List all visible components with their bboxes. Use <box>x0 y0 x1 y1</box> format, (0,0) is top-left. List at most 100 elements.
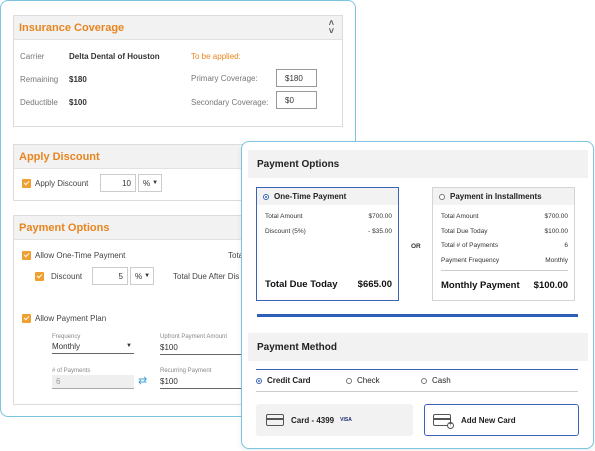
section-header: Insurance Coverage ˄ ˅ <box>14 16 342 40</box>
primary-coverage-input[interactable]: $180 <box>276 69 317 87</box>
secondary-coverage-label: Secondary Coverage: <box>191 98 269 107</box>
payment-method-title: Payment Method <box>257 341 338 353</box>
divider <box>256 391 578 392</box>
credit-card-icon <box>266 414 284 426</box>
caret-down-icon: ▼ <box>144 273 151 279</box>
summary-row: Total # of Payments 6 <box>441 242 568 249</box>
radio-unselected-icon <box>439 193 445 200</box>
allow-payment-plan-label: Allow Payment Plan <box>35 314 107 323</box>
divider <box>441 270 568 271</box>
summary-row: Payment Frequency Monthly <box>441 257 568 264</box>
section-title: Insurance Coverage <box>19 21 125 34</box>
payment-options-title: Payment Options <box>257 158 340 170</box>
section-title: Apply Discount <box>19 150 100 163</box>
row-label: Payment Frequency <box>441 257 500 264</box>
secondary-coverage-input[interactable]: $0 <box>276 91 317 109</box>
row-value: 6 <box>564 242 568 249</box>
one-time-discount-unit: % <box>135 271 143 281</box>
num-payments-field: 6 <box>52 375 134 389</box>
row-label: Discount (5%) <box>265 228 306 235</box>
secondary-coverage-value: $0 <box>285 95 294 105</box>
radio-unselected-icon <box>346 377 352 384</box>
divider <box>256 369 578 370</box>
total-value: $665.00 <box>357 279 392 290</box>
saved-card-tile[interactable]: Card - 4399 VISA <box>256 404 413 436</box>
summary-row: Total Amount $700.00 <box>441 213 568 220</box>
row-value: $700.00 <box>544 213 569 220</box>
remaining-value: $180 <box>69 75 87 84</box>
method-label: Check <box>357 376 380 385</box>
row-value: - $35.00 <box>368 228 392 235</box>
installments-option[interactable]: Payment in Installments Total Amount $70… <box>432 187 575 301</box>
swap-arrows-icon[interactable]: ⇄ <box>138 374 147 387</box>
option-title-text: Payment in Installments <box>450 192 542 201</box>
apply-discount-label: Apply Discount <box>35 179 89 188</box>
payment-options-header: Payment Options <box>248 150 588 178</box>
row-value: $700.00 <box>368 213 393 220</box>
or-separator: OR <box>411 243 421 250</box>
payment-dialog: Payment Options One-Time Payment Total A… <box>241 141 594 449</box>
payment-method-header: Payment Method <box>248 333 588 361</box>
recurring-payment-value: $100 <box>160 377 178 386</box>
one-time-discount-label: Discount <box>51 272 83 281</box>
total-label: Monthly Payment <box>441 280 520 291</box>
total-value: $100.00 <box>533 280 568 291</box>
upfront-amount-label: Upfront Payment Amount <box>160 334 228 340</box>
deductible-value: $100 <box>69 98 87 107</box>
one-time-payment-option[interactable]: One-Time Payment Total Amount $700.00 Di… <box>256 187 399 301</box>
saved-card-label: Card - 4399 <box>291 415 335 425</box>
option-title-text: One-Time Payment <box>274 192 347 201</box>
to-be-applied-label: To be applied: <box>191 52 241 61</box>
summary-row: Total Due Today $100.00 <box>441 228 568 235</box>
carrier-label: Carrier <box>20 52 45 61</box>
summary-row: Discount (5%) - $35.00 <box>265 228 392 235</box>
discount-unit-value: % <box>143 178 151 188</box>
option-title: One-Time Payment <box>257 188 398 205</box>
allow-one-time-label: Allow One-Time Payment <box>35 251 126 260</box>
num-payments-label: # of Payments <box>52 368 91 374</box>
carrier-value: Delta Dental of Houston <box>69 52 160 61</box>
row-label: Total # of Payments <box>441 242 499 249</box>
one-time-discount-unit-select[interactable]: % ▼ <box>130 267 154 285</box>
deductible-label: Deductible <box>20 98 58 107</box>
apply-discount-checkbox[interactable] <box>22 179 31 188</box>
check-option[interactable]: Check <box>346 376 380 385</box>
method-label: Cash <box>432 376 451 385</box>
total-row: Total Due Today $665.00 <box>265 279 392 290</box>
cash-option[interactable]: Cash <box>421 376 451 385</box>
add-new-card-button[interactable]: + Add New Card <box>424 404 579 436</box>
one-time-discount-checkbox[interactable] <box>35 272 44 281</box>
upfront-amount-value: $100 <box>160 343 178 352</box>
discount-amount-value: 10 <box>122 178 131 188</box>
add-card-icon: + <box>433 414 454 429</box>
discount-amount-input[interactable]: 10 <box>100 174 136 192</box>
one-time-discount-value: 5 <box>118 271 123 281</box>
method-label: Credit Card <box>267 376 311 385</box>
discount-unit-select[interactable]: % ▼ <box>138 174 162 192</box>
allow-payment-plan-checkbox[interactable] <box>22 314 31 323</box>
remaining-label: Remaining <box>20 75 59 84</box>
collapse-icon[interactable]: ˄ ˅ <box>329 19 334 36</box>
frequency-value: Monthly <box>52 342 81 351</box>
option-title: Payment in Installments <box>433 188 574 205</box>
primary-coverage-label: Primary Coverage: <box>191 74 258 83</box>
section-title: Payment Options <box>19 221 110 234</box>
frequency-label: Frequency <box>52 334 81 340</box>
section-divider-bar <box>257 314 578 317</box>
caret-down-icon: ▼ <box>152 180 159 186</box>
insurance-coverage-section: Insurance Coverage ˄ ˅ Carrier Delta Dent… <box>13 15 343 127</box>
num-payments-value: 6 <box>56 377 61 386</box>
row-label: Total Amount <box>441 213 479 220</box>
one-time-discount-input[interactable]: 5 <box>92 267 128 285</box>
primary-coverage-value: $180 <box>285 73 303 83</box>
row-label: Total Amount <box>265 213 303 220</box>
total-label: Total Due Today <box>265 279 338 290</box>
frequency-select[interactable]: Monthly ▼ <box>52 342 134 354</box>
radio-selected-icon <box>256 377 262 384</box>
total-row: Monthly Payment $100.00 <box>441 280 568 291</box>
allow-one-time-checkbox[interactable] <box>22 251 31 260</box>
credit-card-option[interactable]: Credit Card <box>256 376 311 385</box>
row-value: Monthly <box>545 257 568 264</box>
total-after-discount-label: Total Due After Dis <box>173 272 240 281</box>
recurring-payment-label: Recurring Payment <box>160 368 212 374</box>
